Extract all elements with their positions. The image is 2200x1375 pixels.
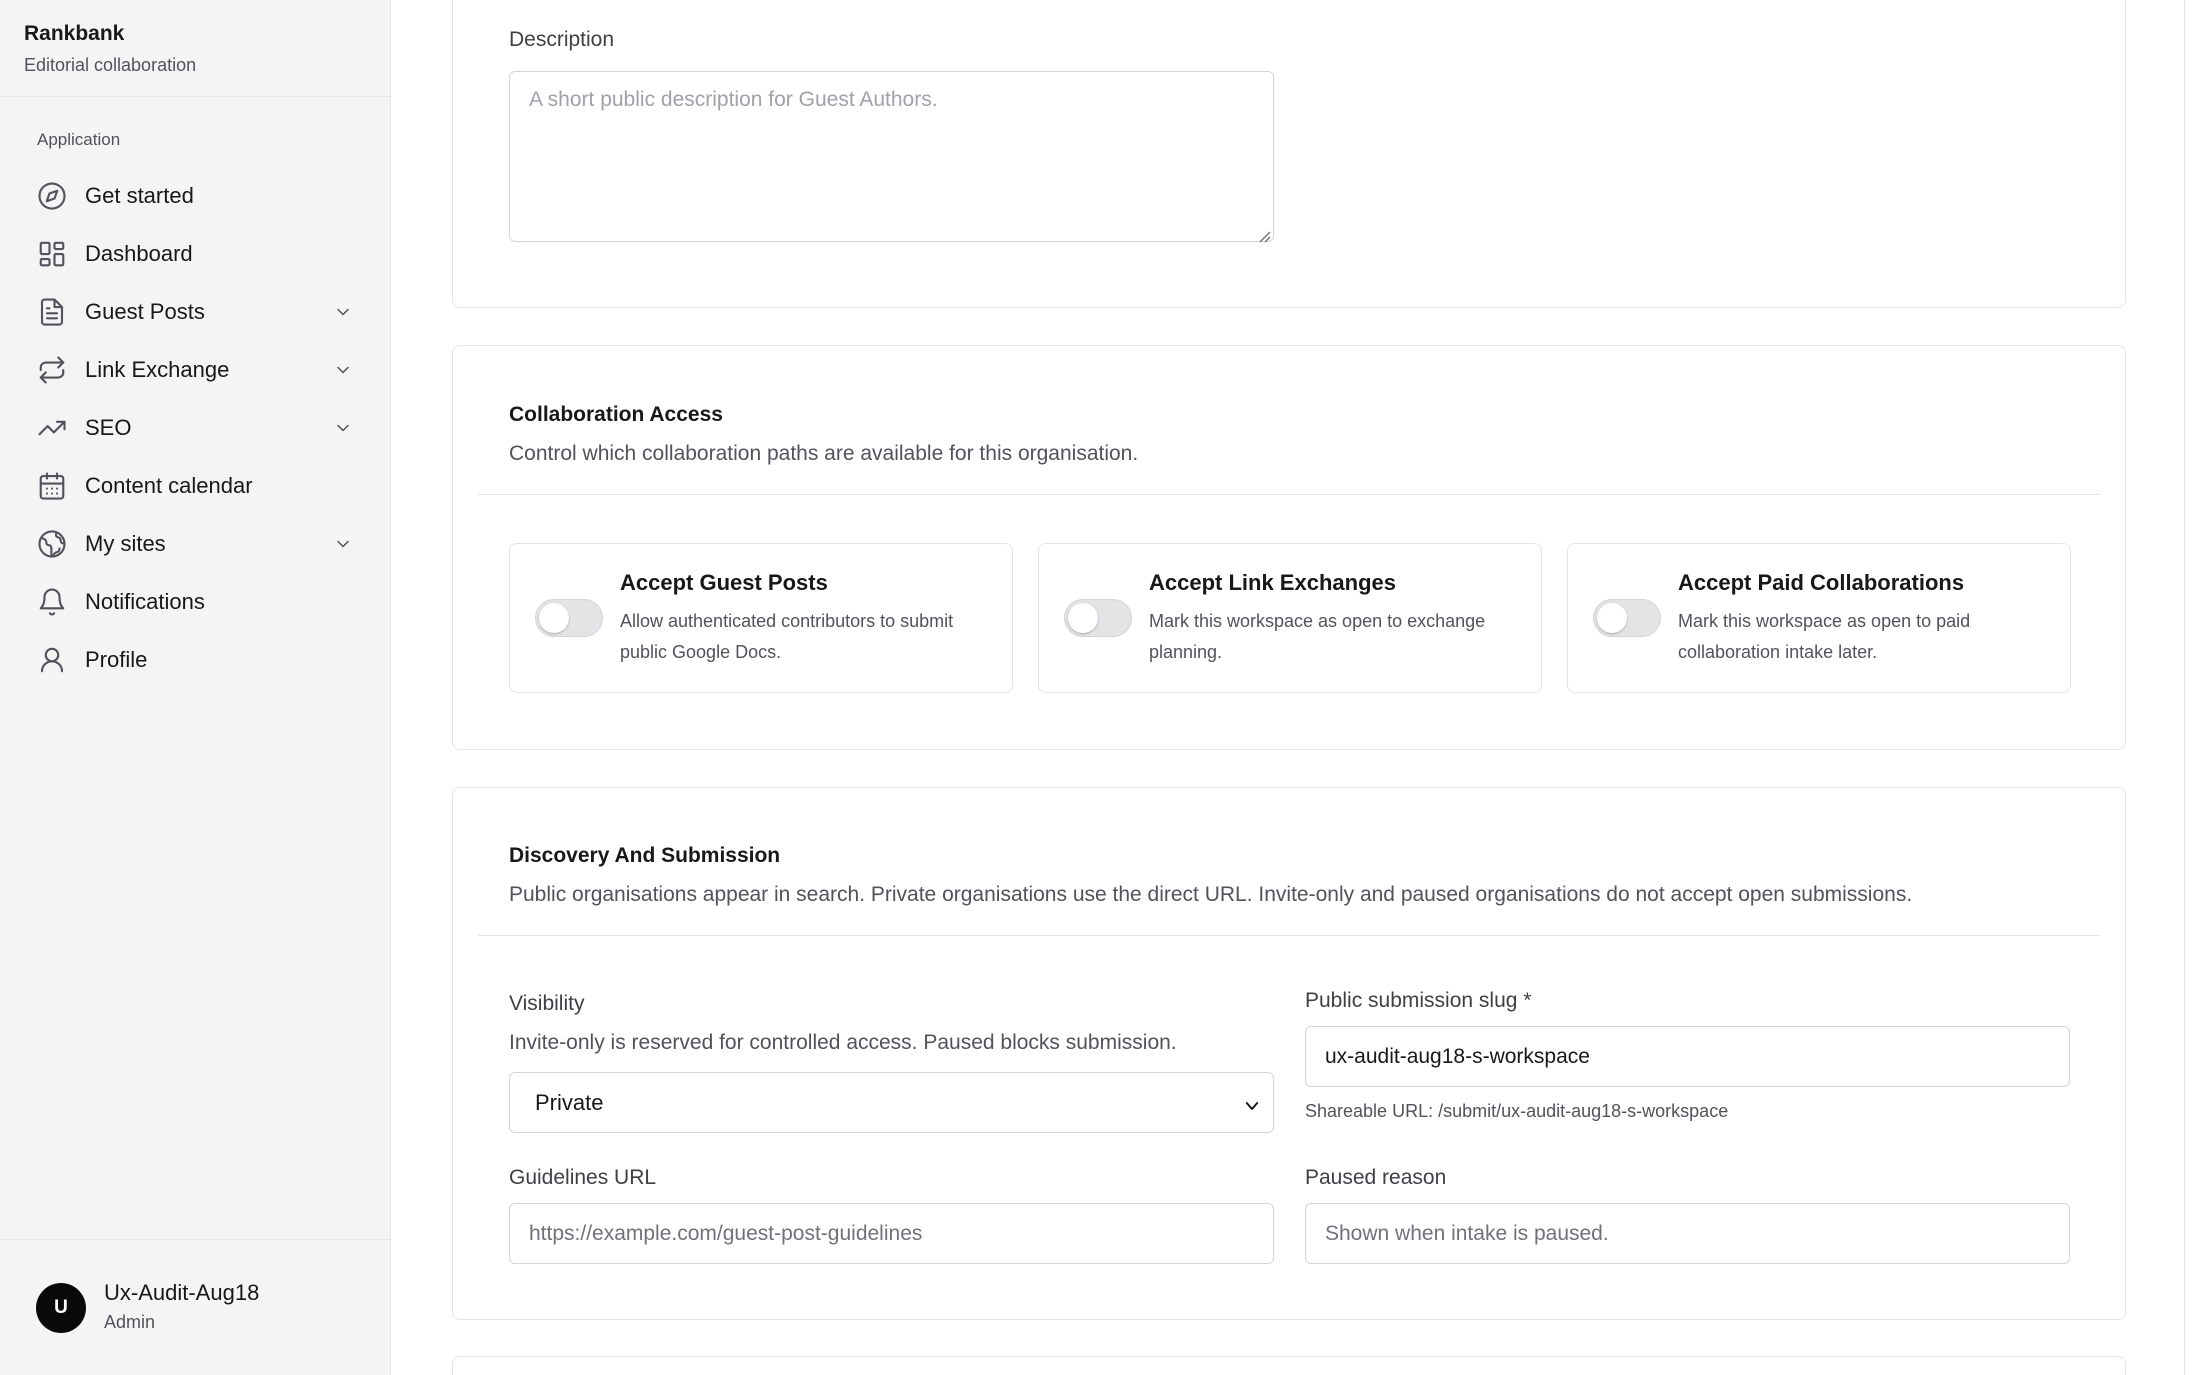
slug-label: Public submission slug *: [1305, 989, 1532, 1012]
sidebar-item-label: Dashboard: [85, 241, 193, 266]
user-menu[interactable]: U Ux-Audit-Aug18 Admin: [0, 1239, 390, 1375]
scrollbar[interactable]: [2184, 0, 2200, 1375]
slug-hint: Shareable URL: /submit/ux-audit-aug18-s-…: [1305, 1101, 1729, 1121]
user-name: Ux-Audit-Aug18: [104, 1280, 260, 1305]
brand-name: Rankbank: [24, 22, 125, 45]
chevron-down-icon[interactable]: [333, 418, 353, 438]
sidebar-item-dashboard[interactable]: Dashboard: [0, 225, 391, 283]
toggle-description: Mark this workspace as open to paid coll…: [1678, 611, 1971, 662]
sidebar-item-label: SEO: [85, 415, 132, 440]
section-description: Public organisations appear in search. P…: [509, 883, 1913, 906]
accept-paid-collaborations-card: Accept Paid Collaborations Mark this wor…: [1567, 543, 2071, 693]
chevron-down-icon[interactable]: [333, 534, 353, 554]
dashboard-grid-icon: [37, 239, 67, 269]
user-icon: [37, 645, 67, 675]
sidebar-group-label: Application: [37, 130, 121, 149]
toggle-title: Accept Guest Posts: [620, 570, 828, 595]
toggle-description: Allow authenticated contributors to subm…: [620, 611, 954, 662]
toggle-knob: [1068, 603, 1098, 633]
sidebar-item-label: My sites: [85, 531, 166, 556]
section-title: Collaboration Access: [509, 403, 723, 426]
chevron-down-icon[interactable]: [333, 302, 353, 322]
section-divider: [478, 935, 2100, 936]
compass-icon: [37, 181, 67, 211]
toggle-description: Mark this workspace as open to exchange …: [1149, 611, 1486, 662]
toggle-knob: [1597, 603, 1627, 633]
globe-icon: [37, 529, 67, 559]
accept-paid-collaborations-toggle[interactable]: [1593, 599, 1661, 637]
sidebar-item-my-sites[interactable]: My sites: [0, 515, 391, 573]
repeat-arrows-icon: [37, 355, 67, 385]
sidebar-item-label: Content calendar: [85, 473, 253, 498]
next-card: [452, 1356, 2126, 1375]
document-icon: [37, 297, 67, 327]
bell-icon: [37, 587, 67, 617]
collaboration-access-card: Collaboration Access Control which colla…: [452, 345, 2126, 750]
section-divider: [478, 494, 2100, 495]
sidebar-item-seo[interactable]: SEO: [0, 399, 391, 457]
resize-handle-icon[interactable]: [1257, 225, 1271, 243]
section-title: Discovery And Submission: [509, 844, 781, 867]
toggle-title: Accept Link Exchanges: [1149, 570, 1396, 595]
sidebar-item-label: Get started: [85, 183, 194, 208]
accept-link-exchanges-toggle[interactable]: [1064, 599, 1132, 637]
sidebar-item-label: Link Exchange: [85, 357, 230, 382]
user-role: Admin: [104, 1312, 156, 1332]
brand: Rankbank Editorial collaboration: [0, 0, 390, 97]
visibility-selected-value: Private: [535, 1089, 604, 1115]
visibility-help: Invite-only is reserved for controlled a…: [509, 1031, 1177, 1054]
sidebar: Rankbank Editorial collaboration Applica…: [0, 0, 391, 1375]
chevron-down-icon: [1243, 1095, 1261, 1113]
calendar-icon: [37, 471, 67, 501]
sidebar-item-content-calendar[interactable]: Content calendar: [0, 457, 391, 515]
visibility-select[interactable]: Private: [509, 1072, 1274, 1133]
accept-link-exchanges-card: Accept Link Exchanges Mark this workspac…: [1038, 543, 1542, 693]
slug-input[interactable]: ux-audit-aug18-s-workspace: [1305, 1026, 2070, 1087]
sidebar-item-profile[interactable]: Profile: [0, 631, 391, 689]
description-placeholder: A short public description for Guest Aut…: [529, 88, 938, 111]
sidebar-item-notifications[interactable]: Notifications: [0, 573, 391, 631]
paused-reason-label: Paused reason: [1305, 1166, 1447, 1189]
guidelines-url-label: Guidelines URL: [509, 1166, 657, 1189]
section-description: Control which collaboration paths are av…: [509, 442, 1139, 465]
accept-guest-posts-card: Accept Guest Posts Allow authenticated c…: [509, 543, 1013, 693]
main-content: Description A short public description f…: [391, 0, 2200, 1375]
description-label: Description: [509, 28, 615, 51]
toggle-title: Accept Paid Collaborations: [1678, 570, 1965, 595]
guidelines-url-input[interactable]: https://example.com/guest-post-guideline…: [509, 1203, 1274, 1264]
avatar: U: [36, 1283, 86, 1333]
description-card: Description A short public description f…: [452, 0, 2126, 308]
sidebar-item-label: Notifications: [85, 589, 205, 614]
brand-subtitle: Editorial collaboration: [24, 55, 197, 75]
sidebar-item-label: Guest Posts: [85, 299, 205, 324]
accept-guest-posts-toggle[interactable]: [535, 599, 603, 637]
sidebar-item-get-started[interactable]: Get started: [0, 167, 391, 225]
sidebar-item-guest-posts[interactable]: Guest Posts: [0, 283, 391, 341]
sidebar-item-link-exchange[interactable]: Link Exchange: [0, 341, 391, 399]
visibility-label: Visibility: [509, 992, 585, 1015]
discovery-card: Discovery And Submission Public organisa…: [452, 787, 2126, 1320]
toggle-knob: [539, 603, 569, 633]
chevron-down-icon[interactable]: [333, 360, 353, 380]
description-textarea[interactable]: A short public description for Guest Aut…: [509, 71, 1274, 243]
sidebar-nav: Get started Dashboard Guest Posts Link E…: [0, 167, 391, 689]
trending-up-icon: [37, 413, 67, 443]
sidebar-item-label: Profile: [85, 647, 148, 672]
paused-reason-input[interactable]: Shown when intake is paused.: [1305, 1203, 2070, 1264]
